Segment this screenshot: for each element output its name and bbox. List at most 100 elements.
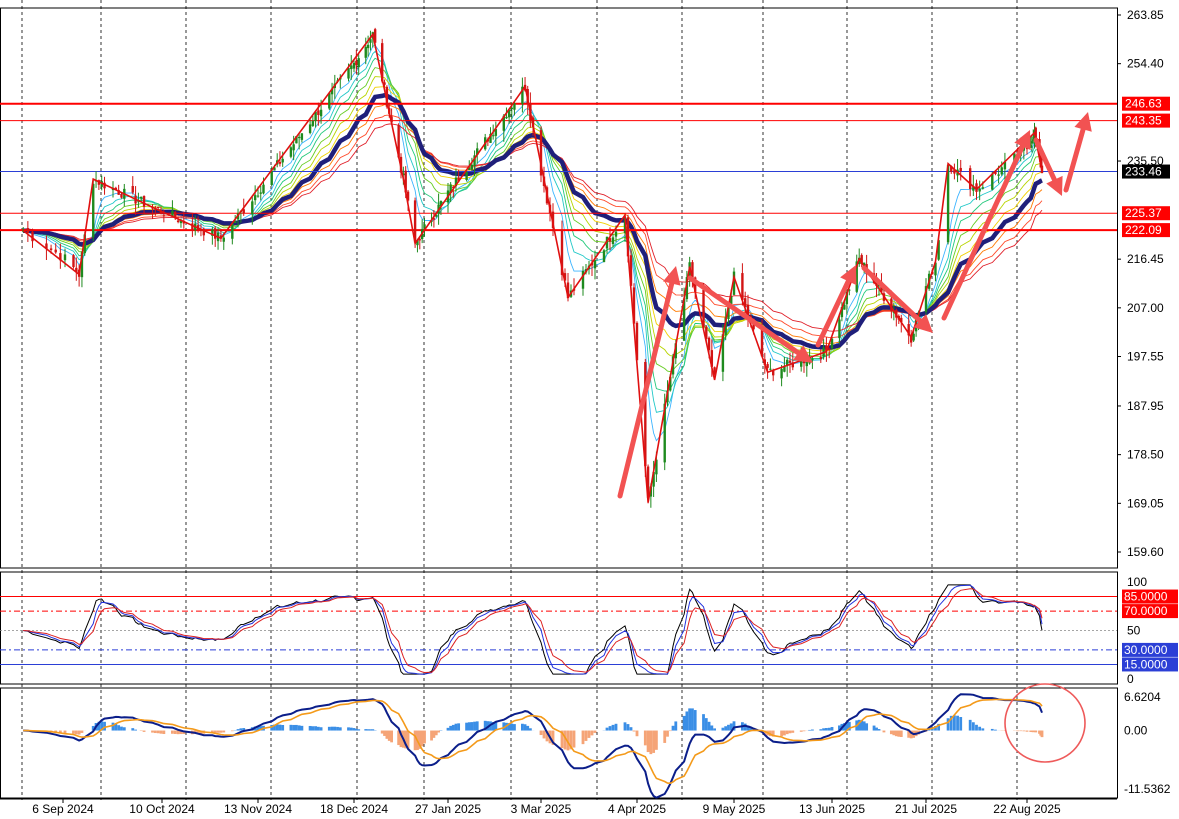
macd-histogram-bar [822, 728, 825, 731]
candle-body [140, 196, 143, 199]
trend-arrow-shaft [815, 278, 851, 348]
macd-histogram-bar [981, 728, 985, 731]
macd-histogram-bar [446, 727, 450, 731]
candle-body [783, 366, 786, 372]
macd-histogram-bar [292, 724, 296, 731]
candle-body [131, 186, 134, 193]
trend-arrow-shaft [941, 143, 1026, 321]
macd-histogram-bar [451, 724, 455, 731]
macd-histogram-bar [153, 730, 157, 734]
macd-histogram-bar [289, 724, 293, 731]
time-tick-label: 22 Aug 2025 [993, 802, 1061, 816]
time-tick-label: 21 Jul 2025 [895, 802, 957, 816]
macd-histogram-bar [319, 727, 323, 731]
macd-histogram-bar [297, 725, 301, 731]
macd-histogram-bar [655, 730, 658, 750]
panel-frames [0, 7, 1118, 799]
macd-histogram-bar [671, 725, 675, 731]
candle-body [292, 144, 295, 151]
candle-body [26, 228, 30, 234]
candle-body [357, 58, 360, 68]
macd-histogram-bar [454, 723, 458, 731]
macd-histogram-bar [122, 727, 126, 731]
level-tag-label: 222.09 [1125, 223, 1162, 237]
candle-body [352, 62, 356, 69]
macd-histogram-bar [652, 730, 656, 753]
candle-body [289, 147, 293, 157]
macd-histogram-bar [959, 717, 963, 731]
macd-histogram-bar [865, 723, 869, 731]
candle-body [259, 192, 262, 194]
macd-histogram-bar [674, 721, 678, 731]
macd-histogram-bar [162, 730, 166, 735]
macd-histogram-bar [978, 726, 982, 731]
macd-histogram-bar [117, 725, 121, 731]
candle-body [978, 188, 981, 192]
macd-histogram-bar [780, 730, 783, 737]
macd-histogram-bar [74, 730, 78, 735]
macd-histogram-bar [956, 715, 959, 731]
macd-histogram-bar [390, 730, 393, 743]
macd-histogram-bar [593, 730, 597, 733]
macd-histogram-bar [707, 721, 711, 731]
candle-body [366, 44, 370, 49]
macd-histogram-bar [975, 724, 978, 731]
time-tick-label: 9 May 2025 [703, 802, 766, 816]
candle-body [300, 133, 304, 140]
macd-histogram-bar [614, 723, 618, 731]
oscillator-tick-label: 50 [1127, 624, 1141, 638]
trend-arrow-shaft [1033, 137, 1057, 183]
macd-histogram-bar [349, 727, 353, 731]
price-tick-label: 169.05 [1127, 496, 1164, 510]
macd-histogram-bar [142, 730, 146, 732]
macd-histogram-bar [316, 726, 320, 731]
macd-histogram-bar [889, 730, 893, 735]
macd-histogram-bar [333, 726, 337, 731]
macd-histogram-bar [899, 730, 903, 737]
macd-histogram-bar [311, 726, 315, 731]
macd-histogram-bar [693, 710, 697, 731]
candle-body [769, 368, 772, 370]
oscillator-line [23, 584, 1043, 675]
macd-histogram-bar [994, 729, 997, 731]
macd-histogram-bar [663, 730, 667, 743]
macd-histogram-bar [649, 730, 653, 755]
time-tick-label: 18 Dec 2024 [320, 802, 388, 816]
macd-histogram-bar [584, 730, 588, 741]
candle-body [838, 319, 841, 339]
macd-histogram-bar [632, 730, 636, 732]
candle-body [805, 361, 808, 367]
macd-histogram-bar [1019, 730, 1023, 732]
candle-body [63, 254, 67, 261]
macd-histogram-bar [437, 730, 440, 733]
macd-line [23, 693, 1043, 799]
macd-histogram-bar [882, 730, 886, 733]
trend-arrow-shaft [1063, 126, 1086, 193]
time-tick-label: 3 Mar 2025 [511, 802, 572, 816]
macd-histogram-bar [819, 729, 823, 731]
macd-histogram-bar [872, 725, 876, 731]
candle-body [465, 171, 468, 180]
macd-histogram-bar [875, 727, 878, 731]
candle-body [997, 174, 1000, 176]
candle-body [162, 215, 166, 217]
macd-histogram-bar [830, 727, 834, 731]
candle-body [1000, 167, 1003, 175]
macd-histogram-bar [330, 726, 334, 731]
macd-histogram-bar [590, 730, 594, 736]
macd-histogram-bar [668, 730, 672, 732]
price-axis: 263.85254.40235.50216.45207.00197.55187.… [1117, 8, 1178, 796]
macd-histogram-bar [278, 724, 282, 731]
macd-histogram-bar [470, 722, 474, 731]
oscillator-level-tag-label: 70.0000 [1124, 604, 1168, 618]
candle-body [251, 201, 254, 215]
candle-body [317, 110, 320, 115]
macd-histogram-bar [1025, 730, 1029, 732]
level-tag-label: 225.37 [1125, 206, 1162, 220]
macd-histogram-bar [666, 730, 669, 737]
macd-histogram-bar [635, 730, 639, 737]
candle-body [319, 109, 323, 117]
macd-histogram-bar [449, 725, 453, 731]
macd-histogram-bar [802, 730, 806, 732]
macd-panel [23, 683, 1086, 799]
